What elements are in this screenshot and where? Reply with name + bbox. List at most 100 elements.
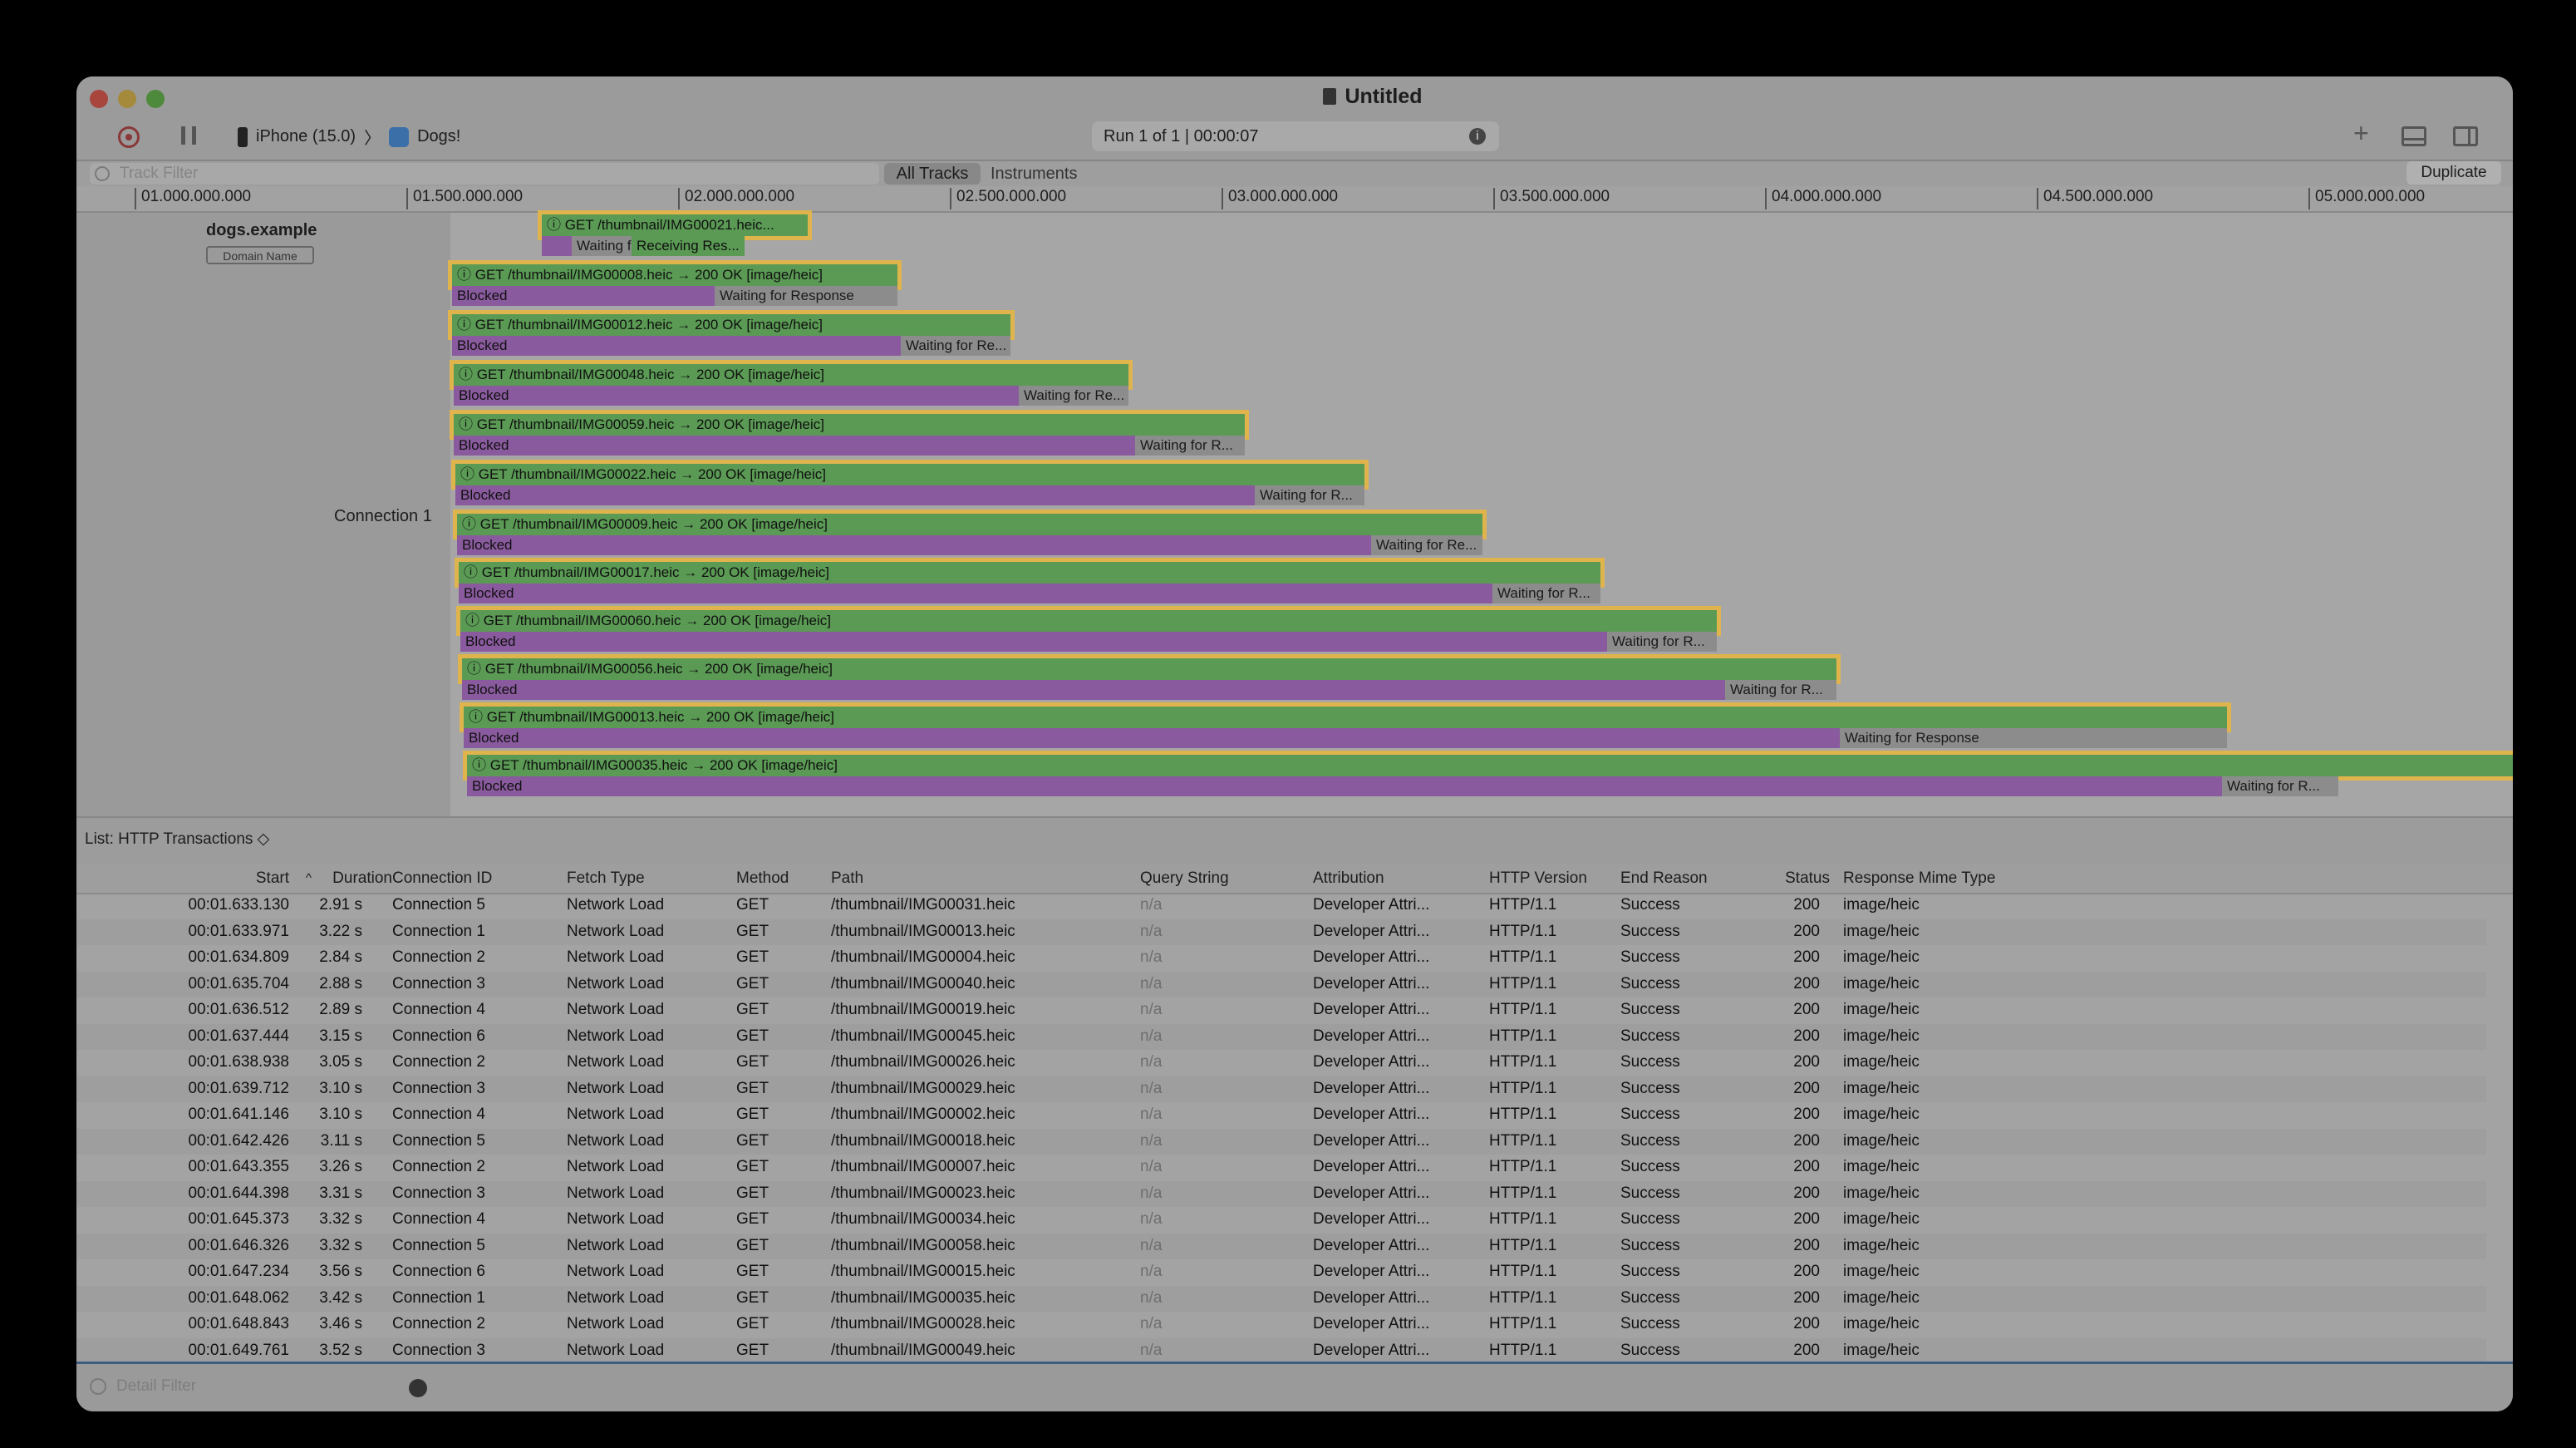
http-request-interval[interactable]: ⓘ GET /thumbnail/IMG00012.heic → 200 OK … xyxy=(448,310,1015,340)
http-request-interval[interactable]: ⓘ GET /thumbnail/IMG00008.heic → 200 OK … xyxy=(448,260,902,290)
domain-name-popup[interactable]: Domain Name xyxy=(206,246,314,264)
blocked-phase[interactable]: Blocked xyxy=(457,535,1371,555)
column-header-status[interactable]: Status xyxy=(1738,869,1830,888)
table-row[interactable]: 00:01.633.971 3.22 s Connection 1 Network L… xyxy=(76,919,2486,945)
blocked-phase[interactable]: Blocked xyxy=(467,776,2222,796)
waiting-for-response-phase[interactable]: Waiting for R... xyxy=(1135,436,1245,456)
column-header-start[interactable]: Start xyxy=(115,869,289,888)
blocked-phase[interactable]: Blocked xyxy=(455,485,1255,505)
http-request-interval[interactable]: ⓘ GET /thumbnail/IMG00022.heic → 200 OK … xyxy=(451,460,1369,490)
zoom-window-button[interactable] xyxy=(146,90,165,108)
table-row[interactable]: 00:01.648.843 3.46 s Connection 2 Network L… xyxy=(76,1312,2486,1338)
http-request-interval[interactable]: ⓘ GET /thumbnail/IMG00048.heic → 200 OK … xyxy=(450,360,1133,390)
track-filter-input[interactable]: Track Filter xyxy=(90,163,879,185)
waiting-for-response-phase[interactable]: Waiting for R... xyxy=(572,236,632,256)
column-header-http-version[interactable]: HTTP Version xyxy=(1489,869,1587,888)
table-row[interactable]: 00:01.648.062 3.42 s Connection 1 Network L… xyxy=(76,1285,2486,1312)
waiting-for-response-phase[interactable]: Waiting for Re... xyxy=(901,336,1010,356)
toggle-right-panel-icon[interactable] xyxy=(2453,126,2478,146)
table-row[interactable]: 00:01.642.426 3.11 s Connection 5 Network L… xyxy=(76,1128,2486,1155)
table-row[interactable]: 00:01.633.130 2.91 s Connection 5 Network L… xyxy=(76,893,2486,919)
blocked-phase[interactable]: Blocked xyxy=(464,728,1840,748)
info-icon[interactable]: i xyxy=(1469,128,1486,145)
detail-filter-input[interactable]: Detail Filter xyxy=(90,1377,196,1396)
column-header-response-mime-type[interactable]: Response Mime Type xyxy=(1843,869,1995,888)
http-request-interval[interactable]: ⓘ GET /thumbnail/IMG00009.heic → 200 OK … xyxy=(453,510,1487,539)
blocked-phase[interactable]: Blocked xyxy=(462,680,1725,700)
table-cell-query-string: n/a xyxy=(1140,896,1163,914)
table-cell-duration: 3.56 s xyxy=(319,1263,362,1280)
table-cell-attribution: Developer Attri... xyxy=(1313,1315,1430,1332)
table-cell-method: GET xyxy=(736,1158,769,1175)
http-request-interval[interactable]: ⓘ GET /thumbnail/IMG00060.heic → 200 OK … xyxy=(456,606,1721,636)
blocked-phase[interactable]: Blocked xyxy=(454,436,1135,456)
table-row[interactable]: 00:01.644.398 3.31 s Connection 3 Network L… xyxy=(76,1180,2486,1207)
table-row[interactable]: 00:01.647.234 3.56 s Connection 6 Network L… xyxy=(76,1259,2486,1286)
table-row[interactable]: 00:01.636.512 2.89 s Connection 4 Network L… xyxy=(76,997,2486,1024)
http-request-interval[interactable]: ⓘ GET /thumbnail/IMG00017.heic → 200 OK … xyxy=(455,558,1605,588)
waiting-for-response-phase[interactable]: Waiting for Re... xyxy=(1371,535,1482,555)
blocked-phase[interactable]: Blocked xyxy=(454,386,1019,406)
table-cell-duration: 3.22 s xyxy=(319,922,362,940)
table-cell-path: /thumbnail/IMG00002.heic xyxy=(831,1106,1015,1123)
instruments-tab[interactable]: Instruments xyxy=(991,163,1077,185)
http-request-interval[interactable]: ⓘ GET /thumbnail/IMG00059.heic → 200 OK … xyxy=(450,410,1249,440)
column-header-query-string[interactable]: Query String xyxy=(1140,869,1229,888)
blocked-phase[interactable] xyxy=(542,236,572,256)
waiting-for-response-phase[interactable]: Waiting for R... xyxy=(1255,485,1364,505)
table-row[interactable]: 00:01.634.809 2.84 s Connection 2 Network L… xyxy=(76,945,2486,972)
minimize-window-button[interactable] xyxy=(118,90,136,108)
all-tracks-tab[interactable]: All Tracks xyxy=(884,163,981,185)
waiting-for-response-phase[interactable]: Waiting for R... xyxy=(1725,680,1836,700)
column-header-attribution[interactable]: Attribution xyxy=(1313,869,1384,888)
target-device-selector[interactable]: iPhone (15.0) 〉 Dogs! xyxy=(238,125,460,149)
pause-button[interactable] xyxy=(181,126,196,145)
waiting-for-response-phase[interactable]: Waiting for Re... xyxy=(1019,386,1128,406)
blocked-phase[interactable]: Blocked xyxy=(460,632,1607,652)
waiting-for-response-phase[interactable]: Waiting for Response xyxy=(1840,728,2227,748)
http-request-interval[interactable]: ⓘ GET /thumbnail/IMG00021.heic... xyxy=(538,210,812,240)
table-row[interactable]: 00:01.637.444 3.15 s Connection 6 Network L… xyxy=(76,1023,2486,1050)
http-request-interval[interactable]: ⓘ GET /thumbnail/IMG00035.heic → 200 OK … xyxy=(463,751,2513,781)
receiving-response-phase[interactable]: Receiving Res... xyxy=(632,236,745,256)
http-request-interval[interactable]: ⓘ GET /thumbnail/IMG00056.heic → 200 OK … xyxy=(458,654,1841,684)
connection-lane[interactable]: ⓘ GET /thumbnail/IMG00021.heic... Waiting… xyxy=(448,210,2513,816)
column-header-fetch-type[interactable]: Fetch Type xyxy=(567,869,645,888)
blocked-phase[interactable]: Blocked xyxy=(452,336,901,356)
table-cell-response-mime-type: image/heic xyxy=(1843,1158,1920,1175)
table-row[interactable]: 00:01.635.704 2.88 s Connection 3 Network L… xyxy=(76,971,2486,997)
table-cell-duration: 2.84 s xyxy=(319,948,362,966)
column-header-end-reason[interactable]: End Reason xyxy=(1620,869,1708,888)
add-instrument-icon[interactable]: + xyxy=(2353,118,2369,149)
column-header-duration[interactable]: Duration xyxy=(276,869,392,888)
table-row[interactable]: 00:01.641.146 3.10 s Connection 4 Network L… xyxy=(76,1102,2486,1129)
blocked-phase[interactable]: Blocked xyxy=(459,584,1492,603)
table-row[interactable]: 00:01.638.938 3.05 s Connection 2 Network L… xyxy=(76,1050,2486,1076)
duplicate-button[interactable]: Duplicate xyxy=(2406,161,2501,185)
table-cell-http-version: HTTP/1.1 xyxy=(1489,1053,1557,1071)
close-window-button[interactable] xyxy=(90,90,108,108)
column-header-path[interactable]: Path xyxy=(831,869,863,888)
toggle-bottom-panel-icon[interactable] xyxy=(2401,126,2426,146)
table-row[interactable]: 00:01.639.712 3.10 s Connection 3 Network L… xyxy=(76,1076,2486,1102)
list-type-selector[interactable]: List: HTTP Transactions ◇ xyxy=(85,830,269,849)
waiting-for-response-phase[interactable]: Waiting for R... xyxy=(2222,776,2338,796)
table-cell-end-reason: Success xyxy=(1620,1158,1680,1175)
http-request-interval[interactable]: ⓘ GET /thumbnail/IMG00013.heic → 200 OK … xyxy=(460,702,2231,732)
clear-filter-icon[interactable] xyxy=(409,1379,427,1397)
table-row[interactable]: 00:01.643.355 3.26 s Connection 2 Network L… xyxy=(76,1155,2486,1181)
timeline-ruler[interactable]: 01.000.000.000 01.500.000.000 02.000.000.0… xyxy=(76,186,2513,213)
table-row[interactable]: 00:01.646.326 3.32 s Connection 5 Network L… xyxy=(76,1233,2486,1259)
table-cell-http-version: HTTP/1.1 xyxy=(1489,1158,1557,1175)
table-row[interactable]: 00:01.649.761 3.52 s Connection 3 Network L… xyxy=(76,1337,2486,1364)
document-icon xyxy=(1323,88,1337,105)
table-row[interactable]: 00:01.645.373 3.32 s Connection 4 Network L… xyxy=(76,1207,2486,1234)
column-header-connection-id[interactable]: Connection ID xyxy=(392,869,492,888)
waiting-for-response-phase[interactable]: Waiting for R... xyxy=(1492,584,1600,603)
record-button[interactable] xyxy=(118,126,140,148)
blocked-phase[interactable]: Blocked xyxy=(452,286,715,306)
column-header-method[interactable]: Method xyxy=(736,869,789,888)
waiting-for-response-phase[interactable]: Waiting for Response xyxy=(715,286,897,306)
waiting-for-response-phase[interactable]: Waiting for R... xyxy=(1607,632,1717,652)
table-cell-connection-id: Connection 1 xyxy=(392,1288,485,1307)
